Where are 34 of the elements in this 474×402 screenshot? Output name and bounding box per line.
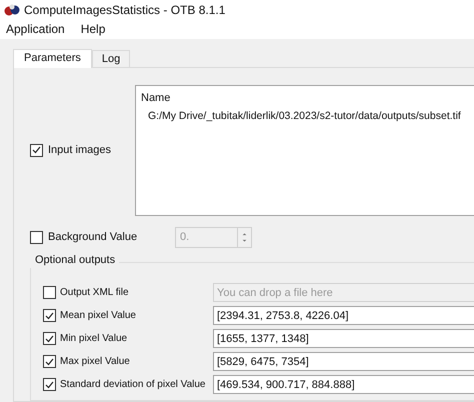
file-field[interactable]: You can drop a file here: [213, 283, 474, 302]
column-header: Name: [141, 90, 172, 106]
field-label: Output XML file: [60, 286, 129, 300]
tab[interactable]: Parameters: [13, 48, 92, 68]
checkmark-icon: [45, 312, 54, 320]
field-label: Input images: [48, 142, 111, 158]
file-path[interactable]: G:/My Drive/_tubitak/liderlik/03.2023/s2-tutor/data/outputs/subset.tif: [141, 109, 469, 125]
checkbox[interactable]: [30, 144, 43, 156]
checkmark-icon: [45, 380, 54, 388]
checkbox[interactable]: [30, 231, 43, 244]
menu-item[interactable]: Application: [6, 20, 65, 38]
field-label: Mean pixel Value: [60, 309, 136, 323]
checkbox[interactable]: [43, 286, 56, 299]
checkmark-icon: [45, 334, 54, 342]
checkbox[interactable]: [43, 309, 56, 322]
checkmark-icon: [45, 358, 54, 366]
spin-value: 0.: [179, 230, 190, 246]
app-logo-icon: [4, 4, 20, 16]
tab[interactable]: Log: [92, 50, 130, 66]
file-list[interactable]: Name G:/My Drive/_tubitak/liderlik/03.2023/s2-tutor/data/outputs/subset.tif: [135, 84, 474, 216]
menu-item[interactable]: Help: [80, 20, 106, 38]
field-label: Background Value: [48, 230, 138, 246]
field-label: Standard deviation of pixel Value: [60, 378, 206, 392]
checkbox[interactable]: [43, 378, 56, 391]
checkmark-icon: [32, 146, 41, 154]
value-field[interactable]: [2394.31, 2753.8, 4226.04]: [213, 306, 474, 325]
field-label: Max pixel Value: [60, 355, 130, 369]
field-label: Min pixel Value: [60, 332, 128, 346]
checkbox[interactable]: [43, 355, 56, 368]
checkbox[interactable]: [43, 332, 56, 345]
value-field[interactable]: [1655, 1377, 1348]: [213, 329, 474, 348]
value-field[interactable]: [5829, 6475, 7354]: [213, 352, 474, 371]
value-field[interactable]: [469.534, 900.717, 884.888]: [213, 375, 474, 394]
window-title: ComputeImagesStatistics - OTB 8.1.1: [24, 2, 226, 19]
